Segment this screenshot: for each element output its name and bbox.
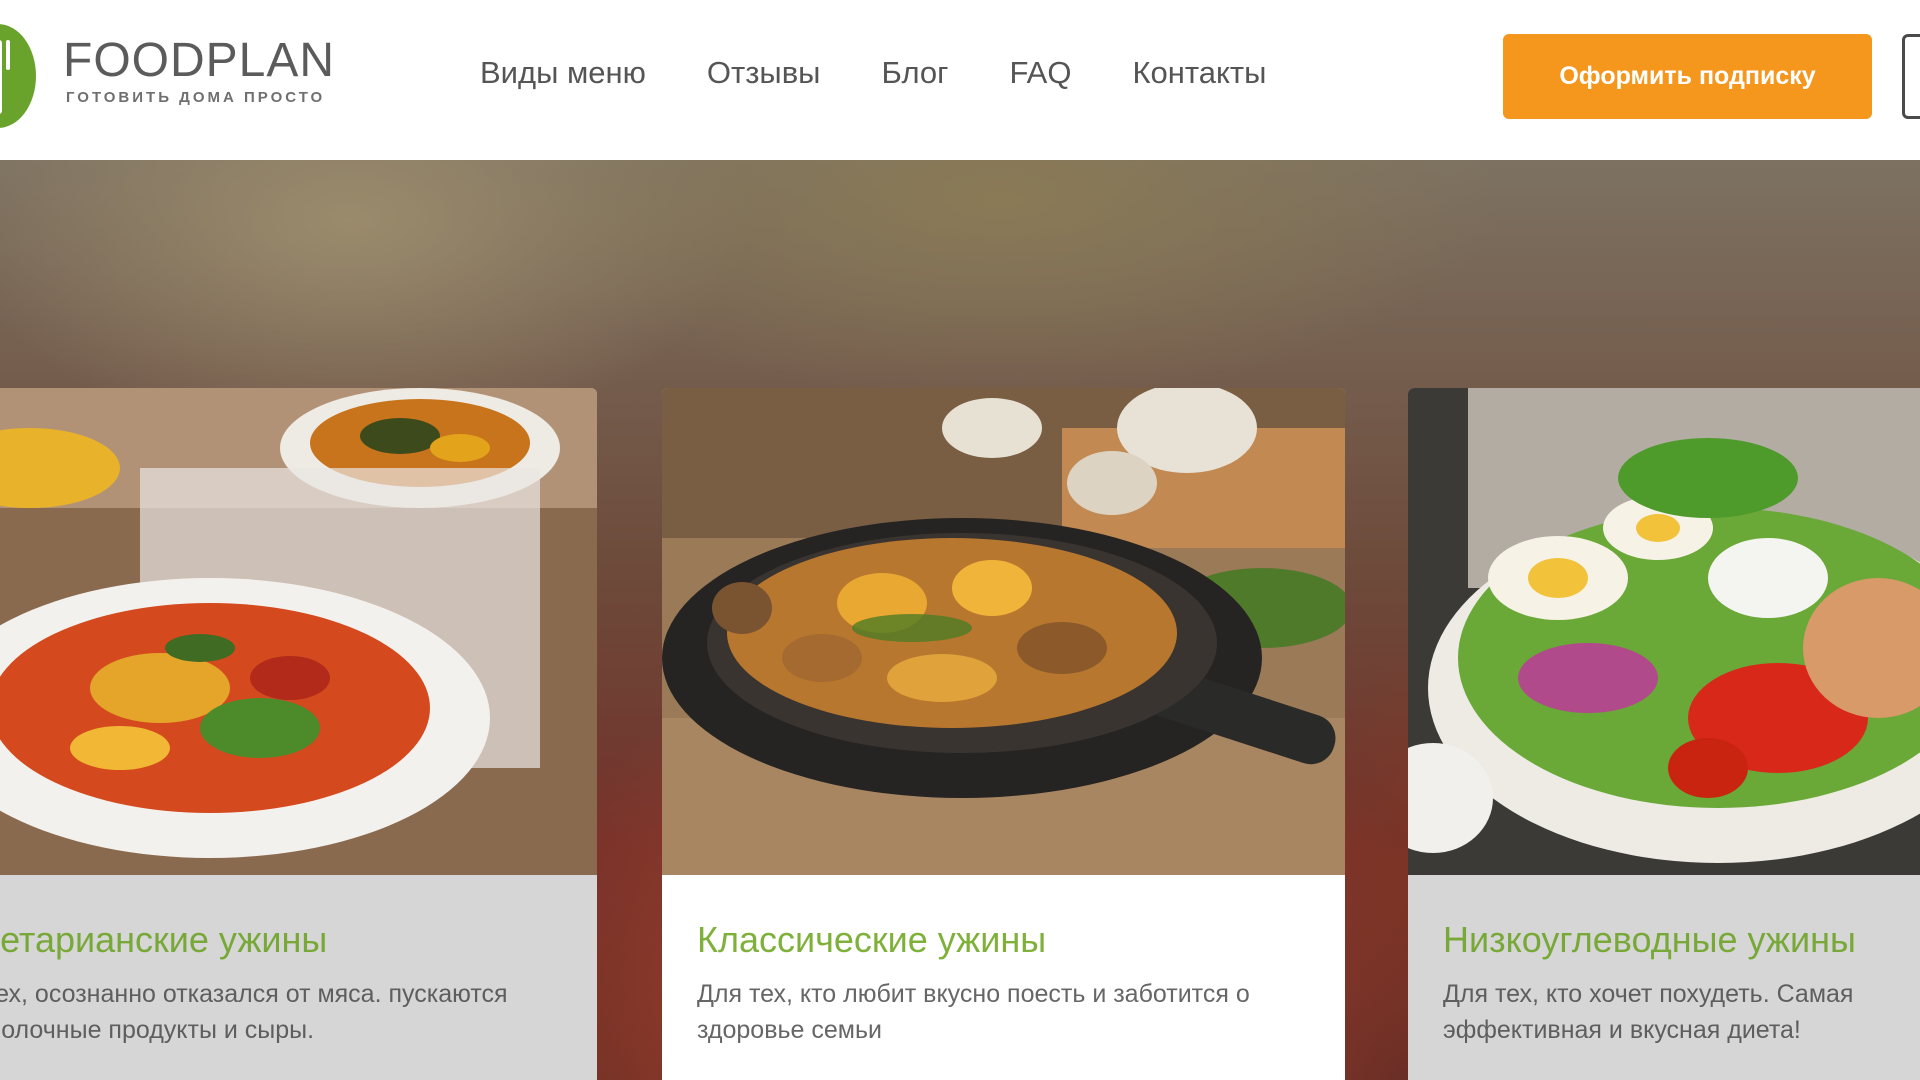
nav-contacts[interactable]: Контакты [1132, 48, 1266, 98]
card-image-vegetarian [0, 388, 597, 875]
slider-dot-3[interactable] [1068, 1005, 1090, 1027]
card-image-low-carb [1408, 388, 1920, 875]
slider-pagination [912, 1005, 1092, 1033]
slider-dot-1[interactable] [917, 1005, 939, 1027]
menu-card-vegetarian[interactable]: тетарианские ужины тех, осознанно отказа… [0, 388, 597, 1080]
logo-icon[interactable] [0, 22, 38, 130]
logo-title[interactable]: FOODPLAN [63, 33, 335, 89]
site-header: FOODPLAN ГОТОВИТЬ ДОМА ПРОСТО Виды меню … [0, 0, 1920, 160]
nav-blog[interactable]: Блог [881, 48, 948, 98]
subscribe-button[interactable]: Оформить подписку [1503, 34, 1872, 119]
card-title: тетарианские ужины [0, 919, 328, 960]
nav-reviews[interactable]: Отзывы [707, 48, 821, 98]
slider-dot-2[interactable] [992, 1005, 1014, 1027]
nav-menu-types[interactable]: Виды меню [480, 48, 646, 98]
card-title: Классические ужины [697, 919, 1047, 960]
nav-faq[interactable]: FAQ [1009, 48, 1071, 98]
card-title: Низкоуглеводные ужины [1443, 919, 1856, 960]
menu-card-low-carb[interactable]: Низкоуглеводные ужины Для тех, кто хочет… [1408, 388, 1920, 1080]
logo-tagline: ГОТОВИТЬ ДОМА ПРОСТО [66, 89, 326, 106]
card-description: Для тех, кто хочет похудеть. Самая эффек… [1443, 980, 1854, 1044]
menu-card-classic[interactable]: Классические ужины Для тех, кто любит вк… [662, 388, 1345, 1080]
card-image-classic [662, 388, 1345, 875]
card-description: тех, осознанно отказался от мяса. пускаю… [0, 980, 508, 1044]
login-button[interactable] [1902, 34, 1920, 119]
main-nav: Виды меню Отзывы Блог FAQ Контакты [480, 48, 1327, 98]
menu-slider: тетарианские ужины тех, осознанно отказа… [0, 160, 1920, 1080]
